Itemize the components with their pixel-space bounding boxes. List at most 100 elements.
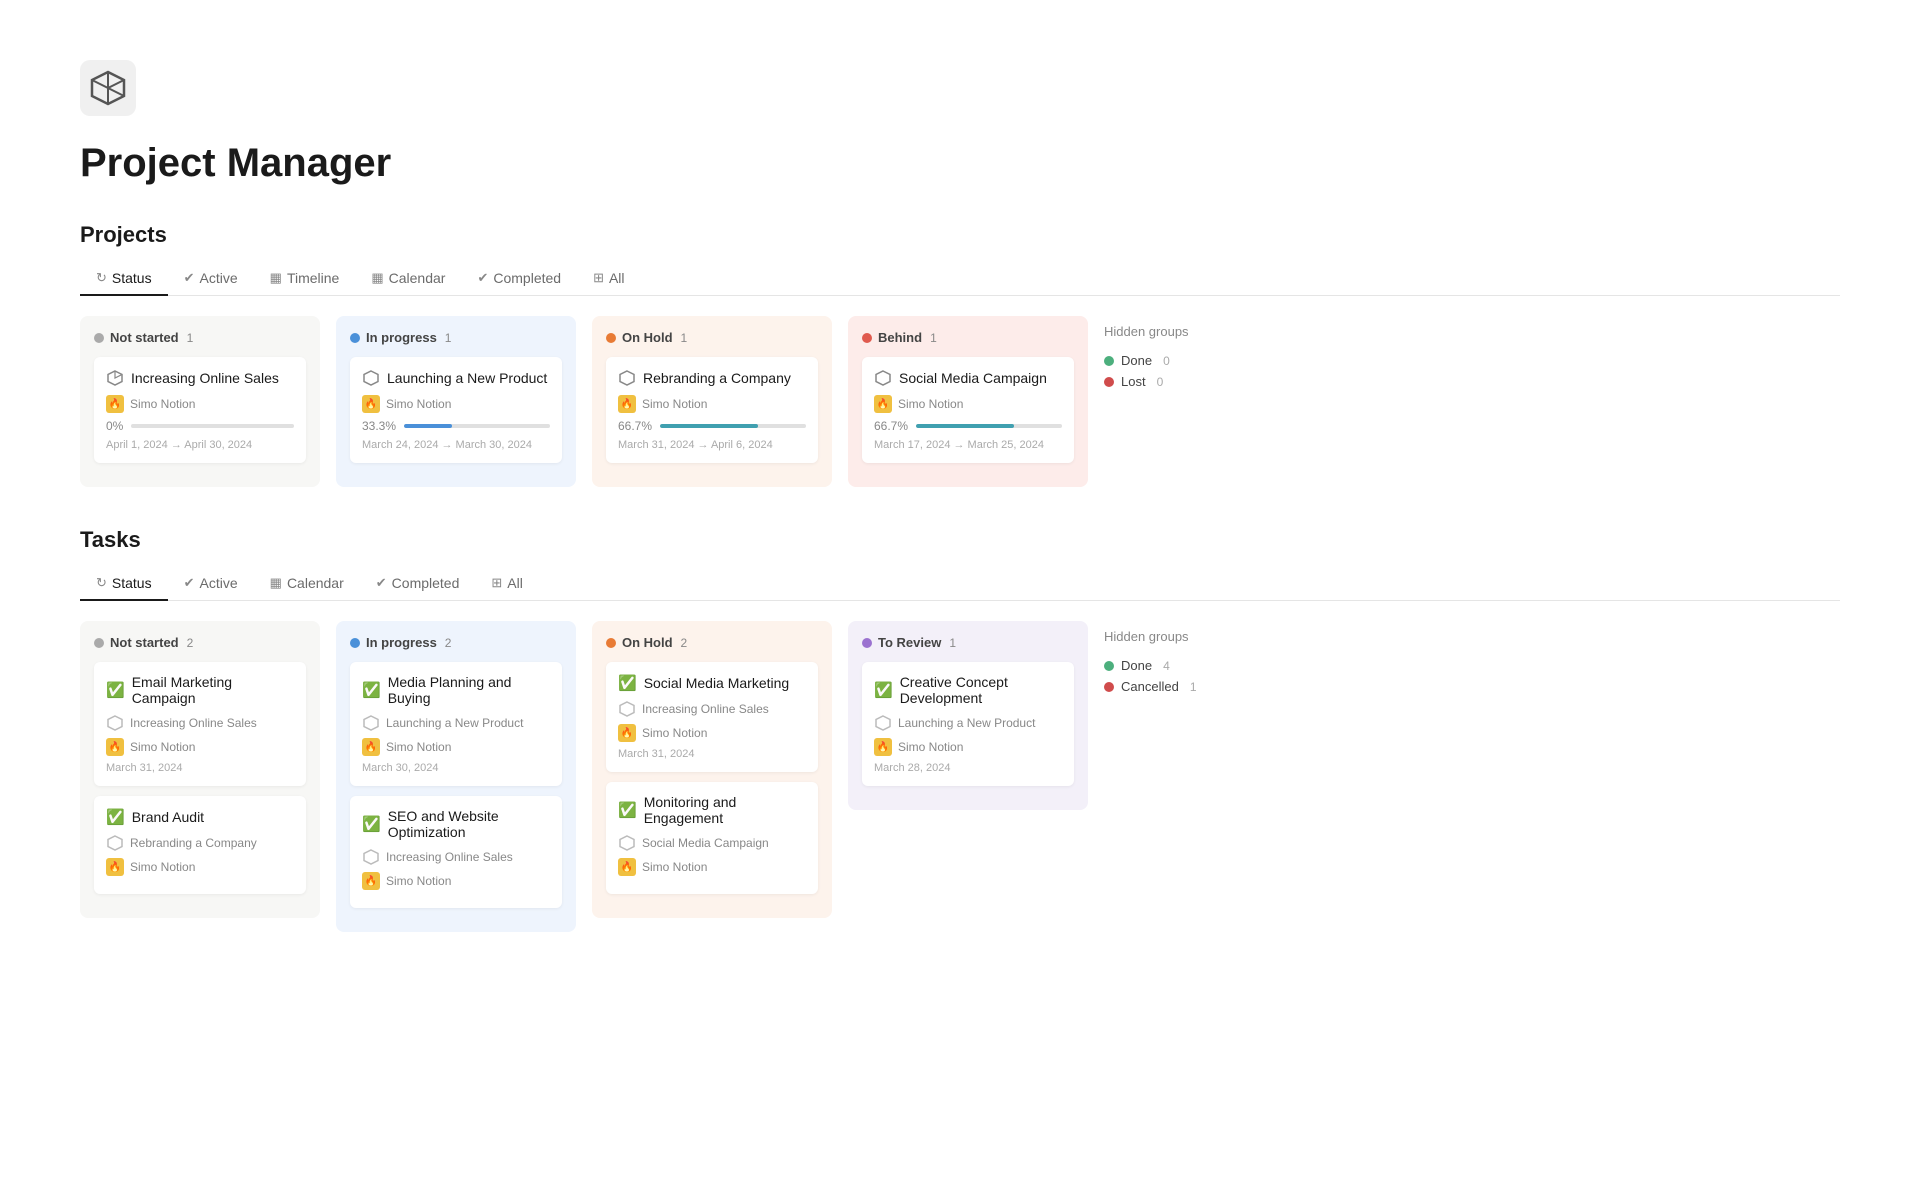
date-range: April 1, 2024 → April 30, 2024: [106, 439, 294, 451]
progress-pct: 66.7%: [618, 419, 652, 433]
behind-count: 1: [930, 331, 937, 345]
tasks-column-onhold: On Hold 2 ✅ Social Media Marketing Incre…: [592, 621, 832, 918]
calendar-tab-icon: ▦: [371, 270, 383, 286]
tasks-tab-completed[interactable]: ✔ Completed: [360, 567, 476, 601]
hidden-group-done[interactable]: Done 0: [1104, 353, 1244, 368]
date-range: March 24, 2024 → March 30, 2024: [362, 439, 550, 451]
cancelled-dot: [1104, 682, 1114, 692]
hidden-groups-label: Hidden groups: [1104, 324, 1244, 339]
projects-tab-active[interactable]: ✔ Active: [168, 262, 254, 296]
project-name: Increasing Online Sales: [642, 702, 769, 716]
author-avatar: 🔥: [874, 395, 892, 413]
author-avatar: 🔥: [362, 872, 380, 890]
card-author: 🔥 Simo Notion: [618, 858, 806, 876]
card-title-text: Media Planning and Buying: [388, 674, 550, 706]
card-title-row: ✅ Email Marketing Campaign: [106, 674, 294, 706]
check-icon: ✅: [874, 681, 893, 699]
project-card-launching[interactable]: Launching a New Product 🔥 Simo Notion 33…: [350, 357, 562, 463]
task-card-social-marketing[interactable]: ✅ Social Media Marketing Increasing Onli…: [606, 662, 818, 772]
completed-tab-icon: ✔: [376, 575, 387, 591]
progress-pct: 66.7%: [874, 419, 908, 433]
card-title-row: ✅ SEO and Website Optimization: [362, 808, 550, 840]
tasks-tab-calendar[interactable]: ▦ Calendar: [254, 567, 360, 601]
toreview-dot: [862, 638, 872, 648]
project-card-increasing[interactable]: Increasing Online Sales 🔥 Simo Notion 0%…: [94, 357, 306, 463]
card-title-row: Rebranding a Company: [618, 369, 806, 387]
card-title-row: ✅ Brand Audit: [106, 808, 294, 826]
logo-container: [80, 60, 1840, 141]
inprogress-header: In progress 1: [350, 330, 562, 345]
projects-tab-calendar[interactable]: ▦ Calendar: [355, 262, 461, 296]
progress-row: 33.3%: [362, 419, 550, 433]
onhold-label: On Hold: [622, 330, 673, 345]
card-project: Launching a New Product: [362, 714, 550, 732]
project-card-icon: [874, 369, 892, 387]
progress-bar-bg: [916, 424, 1062, 428]
card-author: 🔥 Simo Notion: [106, 395, 294, 413]
card-title-text: Monitoring and Engagement: [644, 794, 806, 826]
toreview-count: 1: [949, 636, 956, 650]
projects-board: Not started 1 Increasing Online Sales 🔥 …: [80, 316, 1840, 487]
author-name: Simo Notion: [898, 740, 963, 754]
task-card-brand-audit[interactable]: ✅ Brand Audit Rebranding a Company 🔥 Sim…: [94, 796, 306, 894]
hidden-group-lost[interactable]: Lost 0: [1104, 374, 1244, 389]
card-title-text: Rebranding a Company: [643, 370, 791, 386]
project-name: Rebranding a Company: [130, 836, 257, 850]
projects-column-inprogress: In progress 1 Launching a New Product 🔥 …: [336, 316, 576, 487]
card-title-row: ✅ Creative Concept Development: [874, 674, 1062, 706]
tasks-tab-active[interactable]: ✔ Active: [168, 567, 254, 601]
task-card-monitoring[interactable]: ✅ Monitoring and Engagement Social Media…: [606, 782, 818, 894]
task-card-media[interactable]: ✅ Media Planning and Buying Launching a …: [350, 662, 562, 786]
onhold-dot: [606, 333, 616, 343]
inprogress-label: In progress: [366, 330, 437, 345]
behind-label: Behind: [878, 330, 922, 345]
author-name: Simo Notion: [642, 726, 707, 740]
tasks-hidden-group-done[interactable]: Done 4: [1104, 658, 1244, 673]
author-avatar: 🔥: [874, 738, 892, 756]
tasks-tab-all[interactable]: ⊞ All: [475, 567, 538, 601]
check-icon: ✅: [106, 808, 125, 826]
project-name: Launching a New Product: [898, 716, 1035, 730]
author-avatar: 🔥: [106, 395, 124, 413]
project-card-icon: [618, 369, 636, 387]
tasks-tab-status[interactable]: ↻ Status: [80, 567, 168, 601]
card-author: 🔥 Simo Notion: [106, 738, 294, 756]
author-name: Simo Notion: [386, 874, 451, 888]
task-card-email[interactable]: ✅ Email Marketing Campaign Increasing On…: [94, 662, 306, 786]
project-name: Increasing Online Sales: [386, 850, 513, 864]
progress-row: 0%: [106, 419, 294, 433]
projects-tab-completed[interactable]: ✔ Completed: [461, 262, 577, 296]
progress-bar-bg: [131, 424, 294, 428]
card-project: Increasing Online Sales: [362, 848, 550, 866]
inprogress-dot: [350, 638, 360, 648]
done-label: Done: [1121, 353, 1152, 368]
projects-column-onhold: On Hold 1 Rebranding a Company 🔥 Simo No…: [592, 316, 832, 487]
projects-tab-timeline[interactable]: ▦ Timeline: [254, 262, 356, 296]
project-card-social[interactable]: Social Media Campaign 🔥 Simo Notion 66.7…: [862, 357, 1074, 463]
card-project: Increasing Online Sales: [106, 714, 294, 732]
card-author: 🔥 Simo Notion: [874, 395, 1062, 413]
tasks-column-toreview: To Review 1 ✅ Creative Concept Developme…: [848, 621, 1088, 810]
app-logo: [80, 60, 136, 116]
tasks-hidden-group-cancelled[interactable]: Cancelled 1: [1104, 679, 1244, 694]
not-started-header: Not started 1: [94, 330, 306, 345]
task-card-seo[interactable]: ✅ SEO and Website Optimization Increasin…: [350, 796, 562, 908]
card-author: 🔥 Simo Notion: [362, 738, 550, 756]
project-name: Increasing Online Sales: [130, 716, 257, 730]
card-project: Social Media Campaign: [618, 834, 806, 852]
tasks-tabs: ↻ Status ✔ Active ▦ Calendar ✔ Completed…: [80, 567, 1840, 601]
project-card-rebranding[interactable]: Rebranding a Company 🔥 Simo Notion 66.7%…: [606, 357, 818, 463]
done-count: 0: [1163, 354, 1170, 368]
project-card-icon: [362, 369, 380, 387]
card-author: 🔥 Simo Notion: [362, 395, 550, 413]
project-ref-icon: [106, 714, 124, 732]
author-name: Simo Notion: [130, 397, 195, 411]
projects-tab-all[interactable]: ⊞ All: [577, 262, 640, 296]
not-started-label: Not started: [110, 330, 179, 345]
task-card-creative[interactable]: ✅ Creative Concept Development Launching…: [862, 662, 1074, 786]
projects-column-not-started: Not started 1 Increasing Online Sales 🔥 …: [80, 316, 320, 487]
active-tab-icon: ✔: [184, 575, 195, 591]
not-started-dot: [94, 333, 104, 343]
not-started-label: Not started: [110, 635, 179, 650]
projects-tab-status[interactable]: ↻ Status: [80, 262, 168, 296]
